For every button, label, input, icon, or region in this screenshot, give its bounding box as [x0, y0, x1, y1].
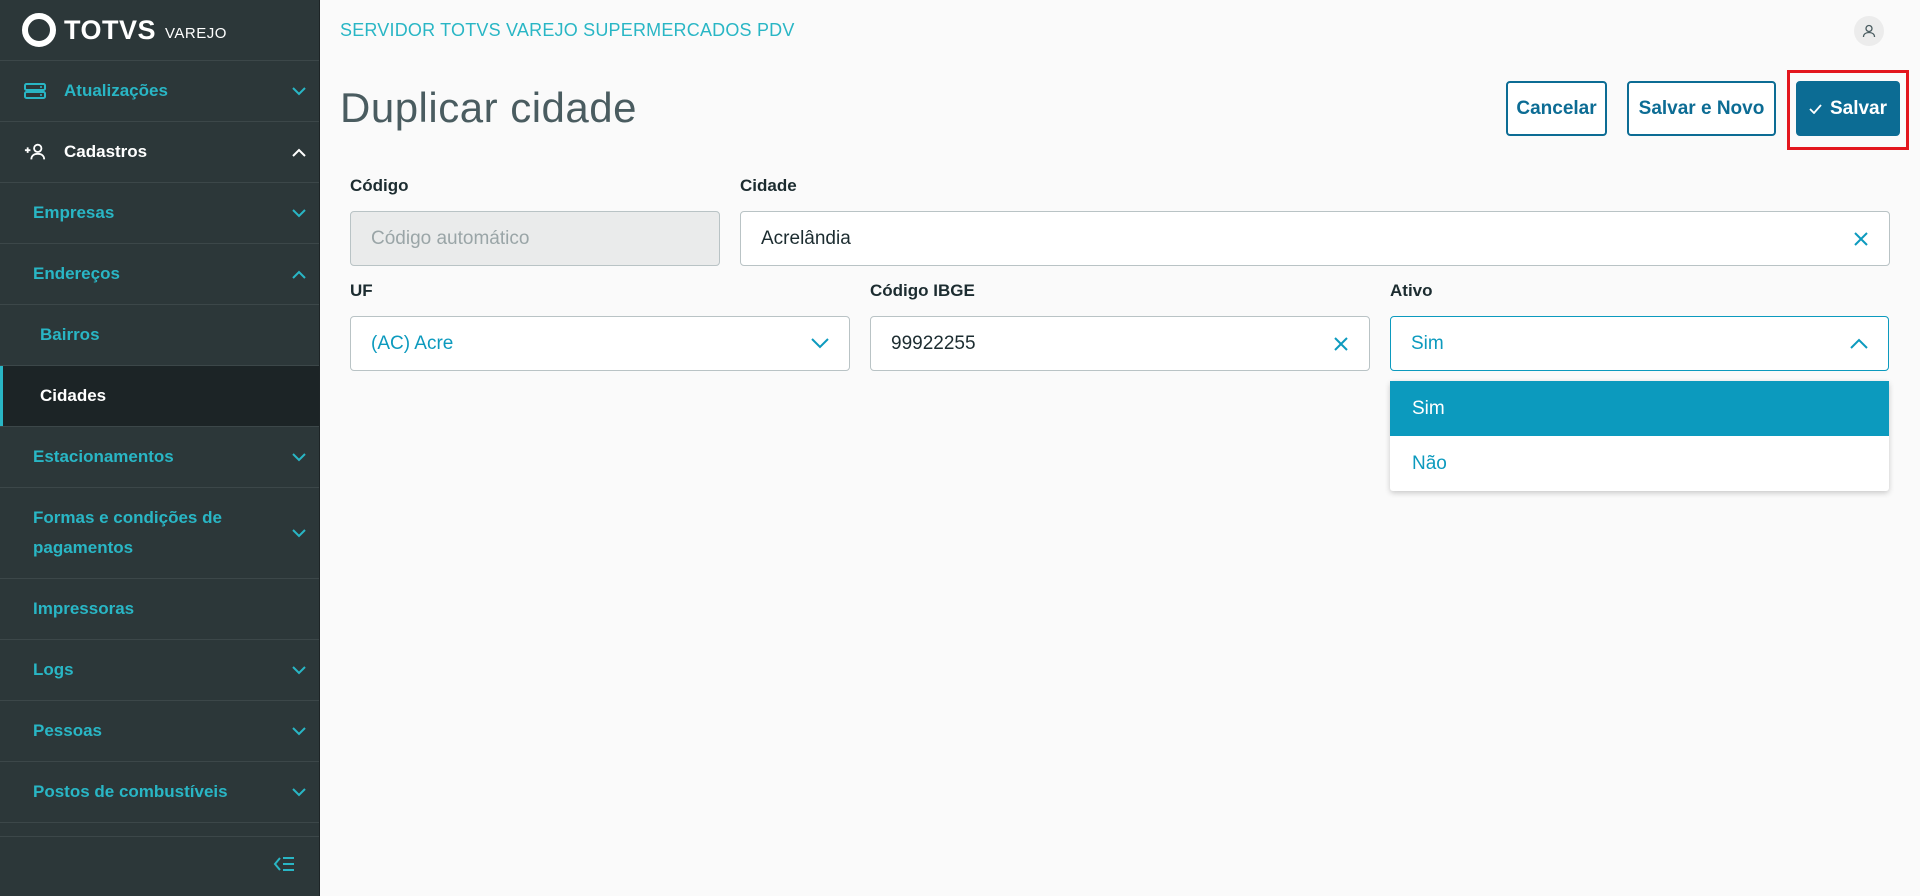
codigo-input: Código automático: [350, 211, 720, 266]
ibge-label: Código IBGE: [870, 281, 975, 300]
logo: TOTVS VAREJO: [0, 0, 319, 61]
sidebar-item-empresas[interactable]: Empresas: [0, 183, 319, 244]
chevron-down-icon: [279, 726, 319, 736]
top-bar: SERVIDOR TOTVS VAREJO SUPERMERCADOS PDV: [321, 0, 1920, 61]
sidebar: TOTVS VAREJO Atualizações Cadastros Empr…: [0, 0, 320, 896]
totvs-logo-icon: [22, 13, 56, 47]
sidebar-item-label-line1: Formas e condições de: [33, 508, 222, 527]
server-name: SERVIDOR TOTVS VAREJO SUPERMERCADOS PDV: [340, 20, 795, 40]
sidebar-item-label: Cadastros: [64, 142, 148, 161]
sidebar-item-label: Formas e condições de pagamentos: [33, 503, 279, 563]
ibge-value: 99922255: [891, 332, 976, 354]
clear-icon[interactable]: [1853, 231, 1869, 247]
server-icon: [24, 82, 46, 100]
sidebar-item-label: Endereços: [33, 264, 120, 283]
clear-icon[interactable]: [1333, 336, 1349, 352]
chevron-down-icon: [279, 787, 319, 797]
sidebar-item-label-line2: pagamentos: [33, 538, 134, 557]
sidebar-item-postos-combustiveis[interactable]: Postos de combustíveis: [0, 762, 319, 823]
sidebar-item-estacionamentos[interactable]: Estacionamentos: [0, 427, 319, 488]
collapse-menu-icon[interactable]: [273, 855, 295, 878]
sidebar-item-formas-pagamento[interactable]: Formas e condições de pagamentos: [0, 488, 319, 579]
sidebar-item-label: Estacionamentos: [33, 447, 174, 466]
cidade-label: Cidade: [740, 176, 797, 195]
chevron-down-icon: [279, 665, 319, 675]
cancel-button[interactable]: Cancelar: [1506, 81, 1607, 136]
sidebar-item-label: Empresas: [33, 203, 115, 222]
codigo-label: Código: [350, 176, 409, 195]
uf-value: (AC) Acre: [371, 332, 454, 354]
codigo-placeholder: Código automático: [371, 227, 530, 249]
sidebar-item-bairros[interactable]: Bairros: [0, 305, 319, 366]
cidade-value: Acrelândia: [761, 227, 851, 249]
user-avatar-icon[interactable]: [1854, 16, 1884, 46]
save-and-new-button[interactable]: Salvar e Novo: [1627, 81, 1776, 136]
ibge-input[interactable]: 99922255: [870, 316, 1370, 371]
sidebar-item-label: Postos de combustíveis: [33, 782, 228, 801]
chevron-down-icon: [279, 452, 319, 462]
highlight-box: [1787, 70, 1909, 150]
page-title: Duplicar cidade: [340, 84, 637, 131]
dropdown-option-sim[interactable]: Sim: [1390, 381, 1889, 436]
sidebar-item-label: Pessoas: [33, 721, 102, 740]
sidebar-item-logs[interactable]: Logs: [0, 640, 319, 701]
ativo-dropdown: Sim Não: [1390, 381, 1889, 491]
add-user-icon: [24, 143, 46, 161]
chevron-down-icon: [279, 86, 319, 96]
chevron-down-icon: [279, 208, 319, 218]
sidebar-item-impressoras[interactable]: Impressoras: [0, 579, 319, 640]
sidebar-item-label: Cidades: [40, 386, 107, 405]
chevron-up-icon: [1850, 338, 1868, 349]
cidade-input[interactable]: Acrelândia: [740, 211, 1890, 266]
ativo-select[interactable]: Sim: [1390, 316, 1889, 371]
sidebar-item-label: Logs: [33, 660, 74, 679]
logo-text: TOTVS: [64, 14, 157, 45]
sidebar-item-atualizacoes[interactable]: Atualizações: [0, 61, 319, 122]
chevron-down-icon: [811, 338, 829, 349]
sidebar-footer: [0, 836, 319, 896]
uf-select[interactable]: (AC) Acre: [350, 316, 850, 371]
sidebar-item-label: Impressoras: [33, 599, 135, 618]
sidebar-item-cadastros[interactable]: Cadastros: [0, 122, 319, 183]
sidebar-item-label: Bairros: [40, 325, 100, 344]
uf-label: UF: [350, 281, 373, 300]
sidebar-item-cidades[interactable]: Cidades: [0, 366, 319, 427]
sidebar-item-pessoas[interactable]: Pessoas: [0, 701, 319, 762]
chevron-down-icon: [279, 528, 319, 538]
logo-subtext: VAREJO: [165, 24, 227, 42]
dropdown-option-nao[interactable]: Não: [1390, 436, 1889, 491]
sidebar-item-enderecos[interactable]: Endereços: [0, 244, 319, 305]
ativo-label: Ativo: [1390, 281, 1433, 300]
sidebar-item-label: Atualizações: [64, 81, 168, 100]
ativo-value: Sim: [1411, 332, 1444, 354]
chevron-up-icon: [279, 270, 319, 279]
chevron-up-icon: [279, 148, 319, 157]
